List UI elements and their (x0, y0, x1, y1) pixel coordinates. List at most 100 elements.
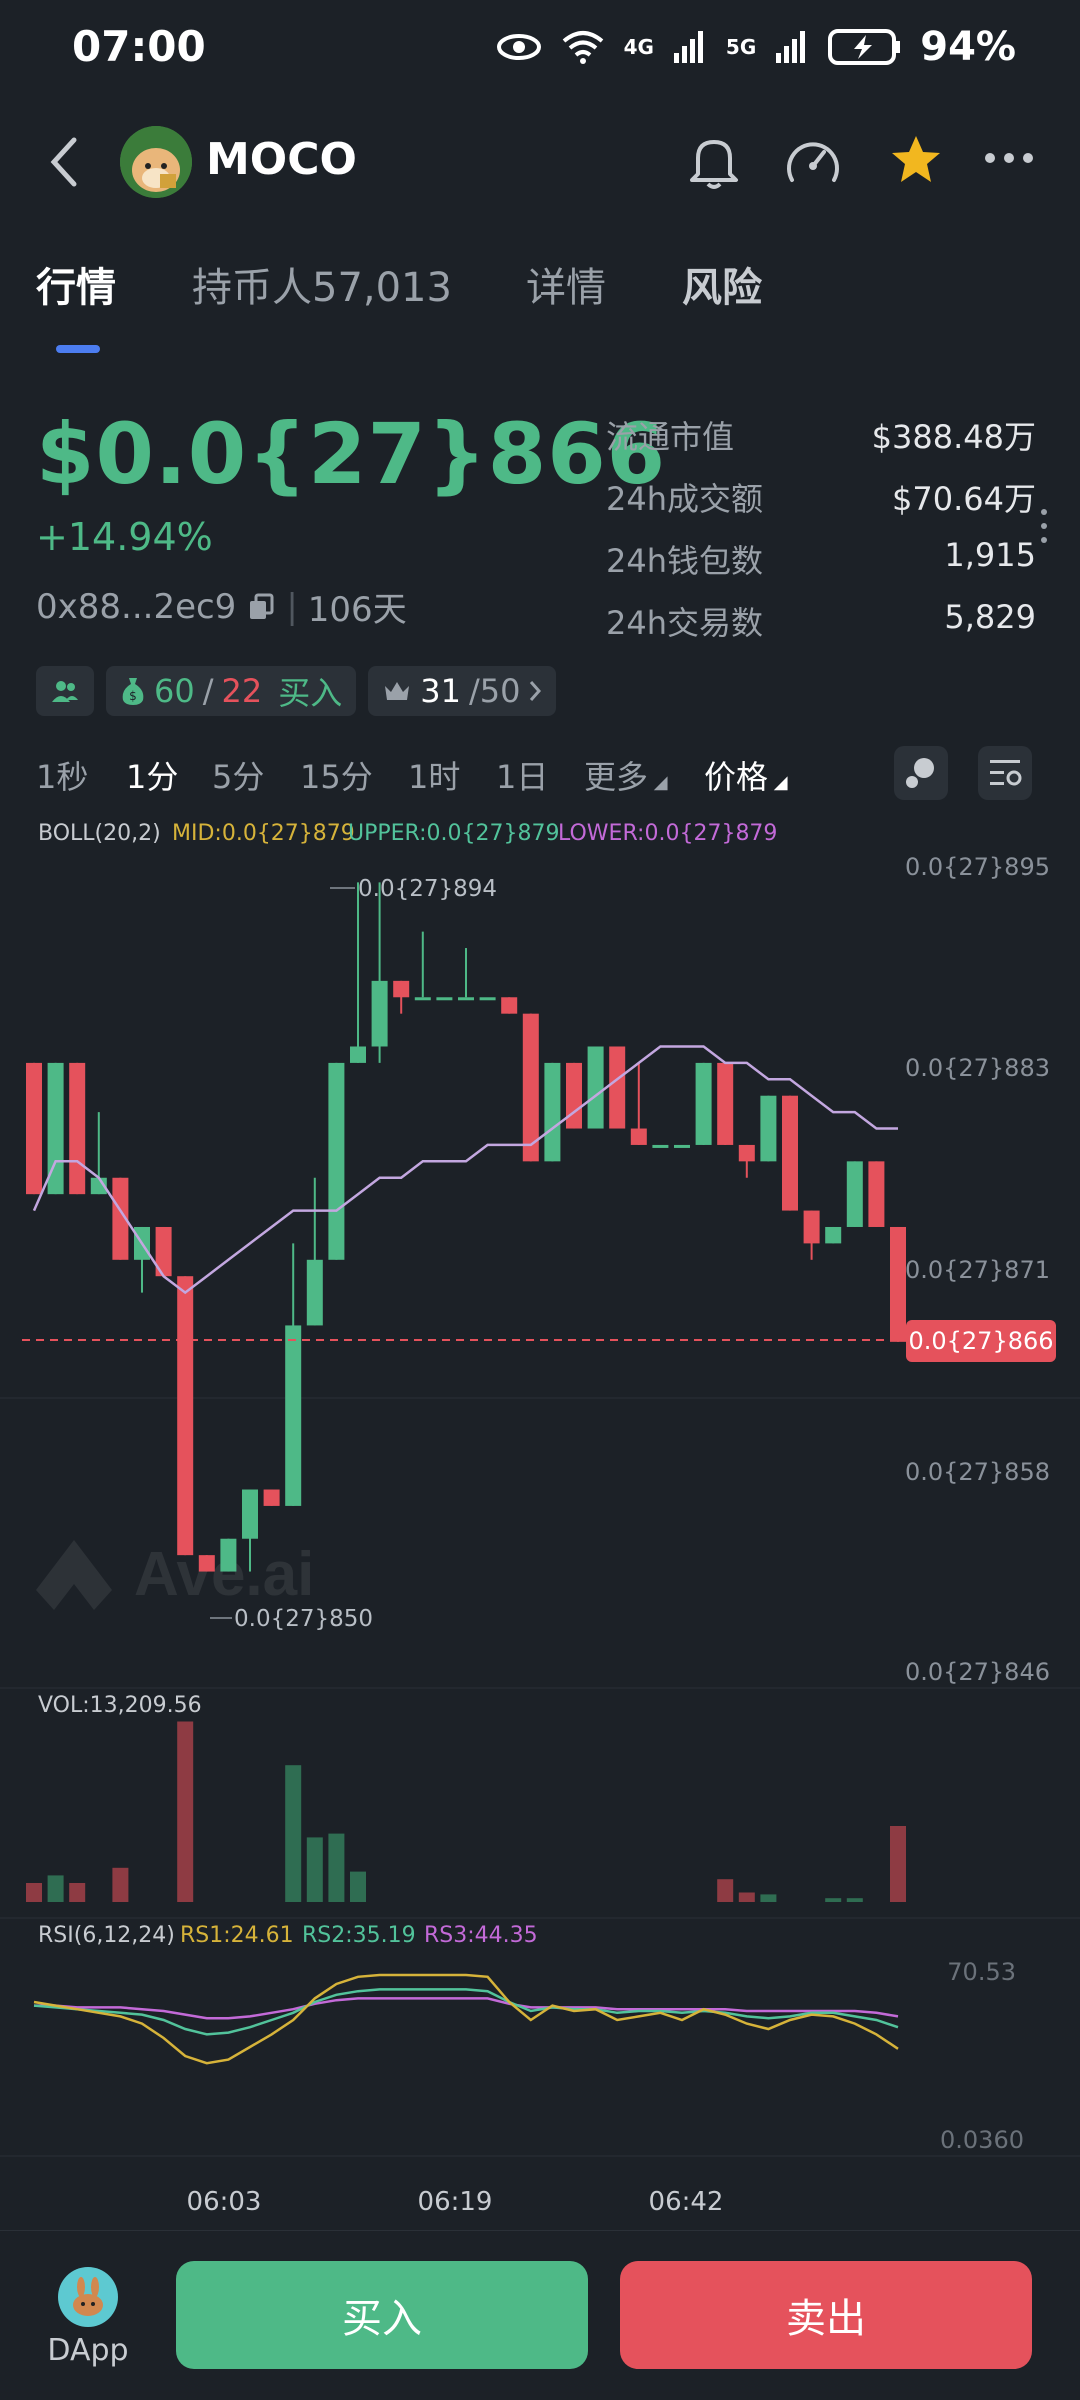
interval-1h[interactable]: 1时 (408, 752, 460, 798)
y-tick-label: 0.0{27}895 (905, 853, 1050, 881)
candle-body (717, 1062, 734, 1145)
interval-1s[interactable]: 1秒 (36, 752, 88, 798)
candle (436, 997, 453, 1001)
chart-settings-button[interactable] (978, 746, 1032, 800)
candle (544, 1062, 561, 1162)
tab-market[interactable]: 行情 (36, 255, 116, 313)
candle-body (285, 1325, 302, 1506)
candle (803, 1210, 820, 1260)
volume-bar (350, 1871, 366, 1902)
contract-address: 0x88...2ec9 (36, 586, 237, 627)
dapp-button[interactable]: DApp (44, 2267, 132, 2368)
candle (652, 1144, 669, 1148)
smart-money-chip[interactable]: $ 60/22 买入 (106, 666, 357, 716)
x-tick-label: 06:03 (187, 2187, 262, 2217)
chevron-right-icon (530, 681, 542, 701)
side-menu-icon[interactable] (1040, 508, 1048, 544)
smart-sell-count: 22 (221, 672, 263, 710)
svg-text:$: $ (129, 689, 137, 703)
more-options-icon[interactable] (982, 150, 1036, 166)
candle (738, 1144, 755, 1178)
candles-layer (26, 882, 906, 1572)
candle-body (609, 1046, 626, 1129)
candle (868, 1161, 885, 1227)
candle (630, 1062, 647, 1145)
top-total: /50 (468, 672, 521, 710)
y-tick-label: 0.0{27}883 (905, 1054, 1050, 1082)
candle-body (544, 1062, 561, 1162)
crown-top-icon (385, 682, 410, 700)
candle-body (566, 1062, 582, 1129)
x-tick-label: 06:19 (418, 2187, 493, 2217)
candle-body (242, 1489, 258, 1539)
candle-body (868, 1161, 885, 1227)
people-icon (52, 681, 78, 702)
candle-body (760, 1095, 777, 1162)
interval-15m[interactable]: 15分 (300, 752, 373, 798)
boll-mid-label: MID:0.0{27}879 (172, 821, 355, 846)
x-tick-label: 06:42 (649, 2187, 724, 2217)
wifi-icon (562, 31, 603, 64)
copy-icon[interactable] (246, 592, 276, 622)
volume-bar (306, 1837, 323, 1902)
interval-1m[interactable]: 1分 (126, 752, 178, 798)
tab-risk[interactable]: 风险 (682, 255, 762, 313)
dapp-label: DApp (47, 2333, 129, 2368)
volume-bar (825, 1898, 842, 1902)
stat-value: $388.48万 (871, 418, 1036, 456)
candle (220, 1538, 237, 1572)
divider: | (286, 586, 298, 627)
back-arrow-icon[interactable] (44, 134, 84, 190)
chip-slash: / (202, 672, 214, 710)
tab-holders[interactable]: 持币人57,013 (192, 255, 452, 313)
rsi-rs1-label: RS1:24.61 (180, 1923, 294, 1948)
price-mode-label: 价格 (704, 758, 769, 796)
rsi-high-label: 70.53 (947, 1958, 1016, 1986)
candle-body (26, 1062, 42, 1195)
volume-bar (846, 1898, 863, 1902)
candle-body (890, 1226, 906, 1342)
candle-body (414, 997, 431, 1001)
candle-body (695, 1062, 712, 1145)
group-chip[interactable] (36, 666, 94, 716)
interval-bar: 1秒 1分 5分 15分 1时 1日 更多 ◢ 价格 ◢ (36, 746, 1046, 812)
indicator-button[interactable] (894, 746, 948, 800)
bell-icon[interactable] (686, 132, 742, 192)
candle (674, 1144, 690, 1148)
candle (393, 980, 410, 1014)
interval-more[interactable]: 更多 ◢ (584, 752, 668, 798)
price-change: +14.94% (36, 515, 213, 559)
star-favorite-icon[interactable] (888, 132, 944, 188)
candle-body (738, 1144, 755, 1162)
high-marker-label: 0.0{27}894 (358, 876, 497, 902)
network-5g-label: 5G (725, 35, 757, 59)
candle-body (803, 1210, 820, 1244)
volume-bar (112, 1867, 129, 1902)
price-chart[interactable]: Ave.ai BOLL(20,2) MID:0.0{27}879 UPPER:0… (0, 810, 1080, 2230)
boll-lower-label: LOWER:0.0{27}879 (558, 821, 777, 846)
rsi-rs3-label: RS3:44.35 (424, 1923, 538, 1948)
token-header: MOCO (0, 110, 1080, 210)
rsi-label: RSI(6,12,24) (38, 1923, 175, 1948)
volume-bar (760, 1894, 777, 1902)
candle-body (306, 1259, 323, 1326)
stat-value: $70.64万 (892, 480, 1036, 518)
gauge-icon[interactable] (782, 132, 844, 192)
stat-label: 24h交易数 (606, 604, 764, 642)
smart-buy-count: 60 (154, 672, 195, 710)
candle-body (458, 997, 474, 1001)
buy-button[interactable]: 买入 (176, 2261, 588, 2369)
signal-chips: $ 60/22 买入 31/50 (36, 666, 557, 716)
interval-5m[interactable]: 5分 (212, 752, 264, 798)
more-label: 更多 (584, 758, 649, 796)
top-holders-chip[interactable]: 31/50 (368, 666, 557, 716)
tab-details[interactable]: 详情 (526, 255, 606, 313)
sell-button[interactable]: 卖出 (620, 2261, 1032, 2369)
candle (90, 1112, 107, 1195)
volume-bar (328, 1833, 345, 1902)
interval-1d[interactable]: 1日 (496, 752, 548, 798)
volume-bar (69, 1883, 86, 1902)
candle-body (220, 1538, 237, 1572)
rsi-rs2-label: RS2:35.19 (302, 1923, 416, 1948)
price-mode-toggle[interactable]: 价格 ◢ (704, 752, 788, 798)
